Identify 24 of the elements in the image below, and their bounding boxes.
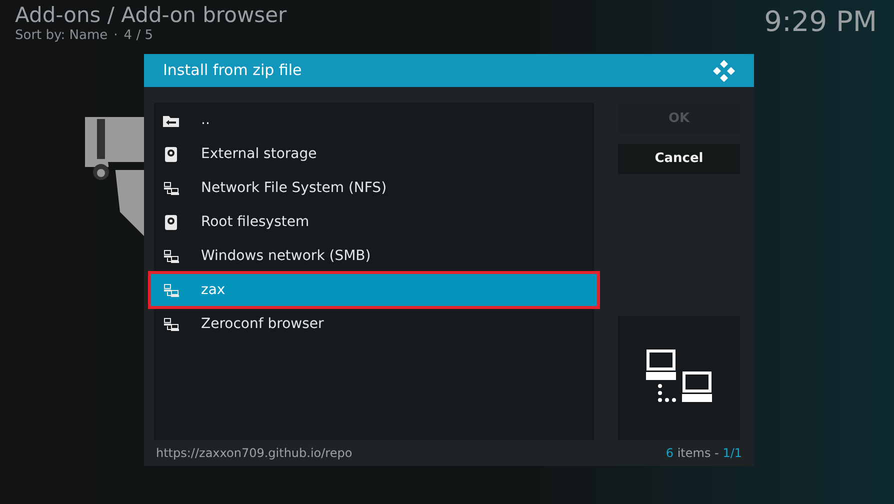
network-icon (164, 182, 178, 194)
network-icon (164, 250, 178, 262)
clock: 9:29 PM (764, 4, 878, 40)
list-item[interactable]: Network File System (NFS) (154, 171, 594, 205)
list-item[interactable]: zax (150, 273, 598, 307)
page-title: Add-ons / Add-on browser (15, 2, 287, 28)
dialog-title: Install from zip file (163, 60, 302, 82)
folder-back-icon (163, 114, 179, 126)
item-count: 6 items - 1/1 (666, 445, 742, 462)
hard-drive-icon (165, 146, 177, 162)
list-item[interactable]: .. (154, 103, 594, 137)
separator: · (114, 28, 118, 44)
dialog-button[interactable]: Cancel (618, 144, 740, 174)
list-item[interactable]: External storage (154, 137, 594, 171)
path-label: https://zaxxon709.github.io/repo (156, 445, 352, 462)
list-item[interactable]: Zeroconf browser (154, 307, 594, 341)
network-icon (164, 284, 178, 296)
position-label: 4 / 5 (124, 28, 153, 44)
list-item[interactable]: Windows network (SMB) (154, 239, 594, 273)
logo-icon (713, 60, 735, 82)
network-icon (164, 318, 178, 330)
list-item[interactable]: Root filesystem (154, 205, 594, 239)
sort-label: Sort by: Name (15, 28, 108, 44)
hard-drive-icon (165, 214, 177, 230)
